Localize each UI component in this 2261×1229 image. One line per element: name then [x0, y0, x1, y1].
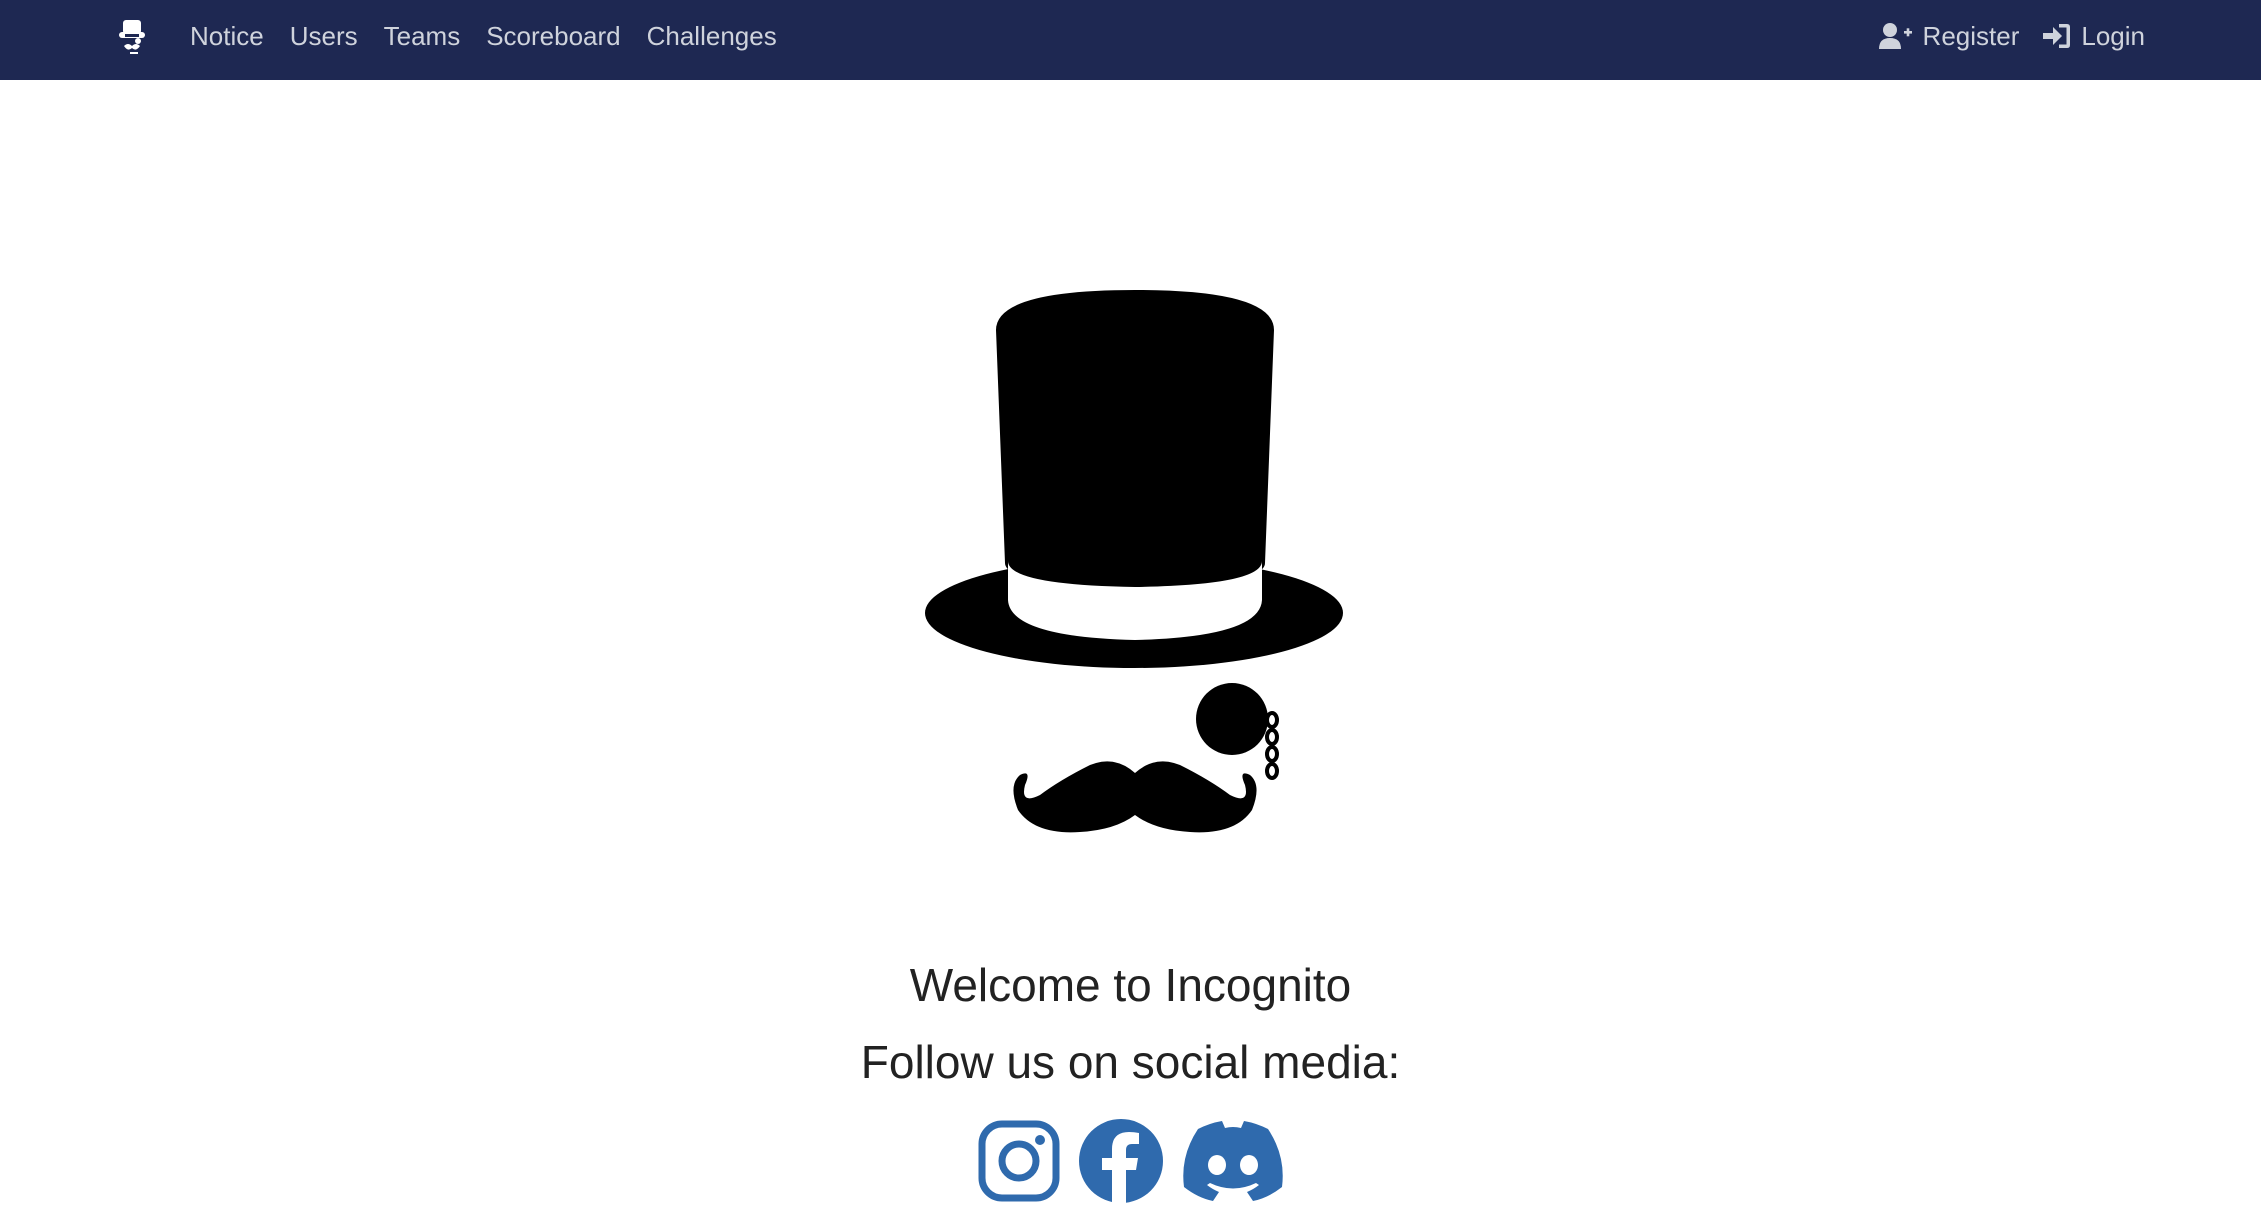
social-links	[0, 1118, 2261, 1208]
nav-link-scoreboard[interactable]: Scoreboard	[486, 21, 620, 52]
top-hat-monocle-mustache-icon	[925, 290, 1343, 833]
nav-link-users[interactable]: Users	[290, 21, 358, 52]
welcome-heading: Welcome to Incognito	[909, 959, 1352, 1011]
sign-in-icon	[2043, 24, 2071, 48]
nav-link-challenges[interactable]: Challenges	[647, 21, 777, 52]
nav-link-notice[interactable]: Notice	[190, 21, 264, 52]
nav-links: Notice Users Teams Scoreboard Challenges	[190, 0, 803, 72]
login-link[interactable]: Login	[2043, 21, 2145, 52]
nav-auth: Register Login	[1855, 0, 2145, 72]
brand-logo-icon[interactable]	[116, 18, 150, 60]
instagram-icon[interactable]	[978, 1120, 1060, 1207]
navbar: Notice Users Teams Scoreboard Challenges…	[0, 0, 2261, 80]
nav-link-teams[interactable]: Teams	[384, 21, 461, 52]
user-plus-icon	[1878, 23, 1912, 49]
follow-heading: Follow us on social media:	[860, 1036, 1401, 1088]
register-link[interactable]: Register	[1878, 20, 2020, 52]
login-label: Login	[2081, 20, 2145, 51]
facebook-icon[interactable]	[1078, 1118, 1164, 1209]
register-label: Register	[1922, 20, 2020, 51]
discord-icon[interactable]	[1182, 1120, 1284, 1206]
